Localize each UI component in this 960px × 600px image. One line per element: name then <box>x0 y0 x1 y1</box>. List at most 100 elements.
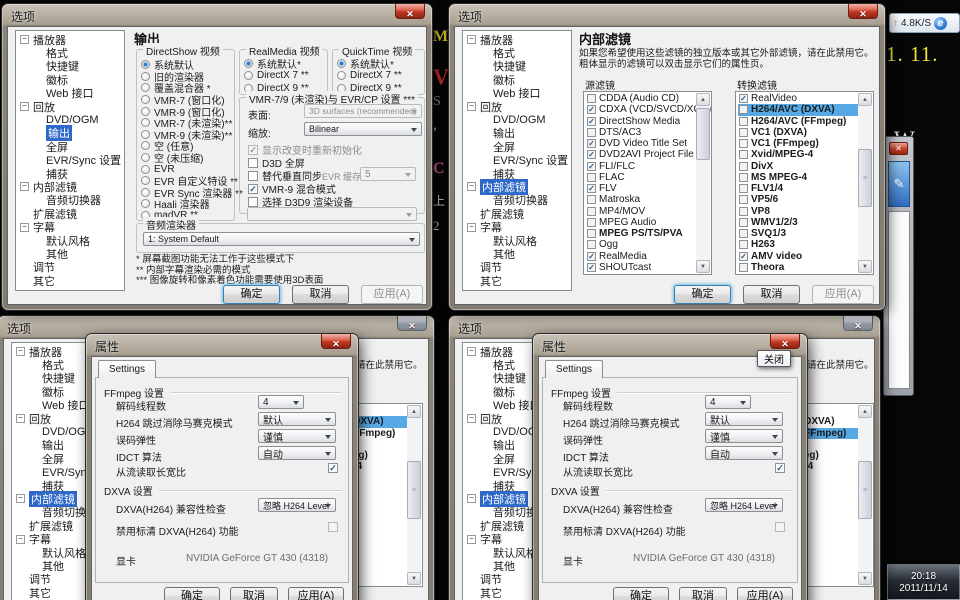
radio-option[interactable]: 系统默认* <box>244 57 326 70</box>
tree-collapse-icon[interactable]: − <box>467 494 476 503</box>
filter-checkbox[interactable] <box>739 229 748 238</box>
filter-list-item[interactable]: Xvid/MPEG-4 <box>738 149 858 160</box>
filter-checkbox[interactable] <box>587 150 596 159</box>
resizer-select[interactable]: Bilinear <box>304 122 422 136</box>
sidebar-item[interactable]: −播放器 <box>466 33 571 46</box>
filter-checkbox[interactable] <box>739 240 748 249</box>
filter-list-item[interactable]: DVD Video Title Set <box>586 138 696 149</box>
close-button[interactable]: ✕ <box>848 4 878 19</box>
scrollbar-thumb[interactable]: ≡ <box>858 149 872 207</box>
dxva-compat-select[interactable]: 忽略 H264 Level <box>258 498 336 512</box>
filter-list-item[interactable]: RealVideo <box>738 93 858 104</box>
filter-list-item[interactable]: H264/AVC (FFmpeg) <box>738 116 858 127</box>
tree-collapse-icon[interactable]: − <box>20 102 29 111</box>
tab-settings[interactable]: Settings <box>545 360 603 378</box>
radio-option[interactable]: 空 (未压缩) <box>141 152 233 164</box>
tab-settings[interactable]: Settings <box>98 360 156 378</box>
filter-checkbox[interactable] <box>587 195 596 204</box>
close-button[interactable]: ✕ <box>843 316 873 331</box>
close-button[interactable]: ✕ <box>395 4 425 19</box>
scrollbar-thumb[interactable] <box>696 108 710 160</box>
tree-collapse-icon[interactable]: − <box>16 494 25 503</box>
evr-buffers-select[interactable]: 5 <box>360 167 416 181</box>
setting-select[interactable]: 自动 <box>705 446 783 460</box>
filter-list-item[interactable]: FLV1/4 <box>738 183 858 194</box>
filter-list-item[interactable]: CDXA (VCD/SVCD/XCD) <box>586 104 696 115</box>
filter-list-item[interactable]: VC1 (FFmpeg) <box>738 138 858 149</box>
scroll-down-icon[interactable]: ▼ <box>696 260 710 273</box>
tree-collapse-icon[interactable]: − <box>467 182 476 191</box>
filter-checkbox[interactable] <box>739 195 748 204</box>
filter-list-item[interactable]: FLV <box>586 183 696 194</box>
tree-collapse-icon[interactable]: − <box>16 535 25 544</box>
close-button[interactable]: ✕ <box>770 334 800 349</box>
filter-checkbox[interactable] <box>587 117 596 126</box>
tree-collapse-icon[interactable]: − <box>20 35 29 44</box>
sidebar-item[interactable]: −回放 <box>466 100 571 113</box>
close-button[interactable]: ✕ <box>889 142 908 155</box>
close-button[interactable]: ✕ <box>397 316 427 331</box>
filter-checkbox[interactable] <box>739 150 748 159</box>
setting-select[interactable]: 谨慎 <box>705 429 783 443</box>
tree-collapse-icon[interactable]: − <box>20 223 29 232</box>
tree-collapse-icon[interactable]: − <box>16 414 25 423</box>
tree-collapse-icon[interactable]: − <box>467 223 476 232</box>
transform-filters-list[interactable]: RealVideoH264/AVC (DXVA)H264/AVC (FFmpeg… <box>735 91 874 275</box>
radio-option[interactable]: DirectX 7 ** <box>244 70 326 83</box>
cancel-button[interactable]: 取消 <box>230 587 278 600</box>
sidebar-item[interactable]: −输出 <box>466 127 571 140</box>
filter-list-item[interactable]: H264/AVC (DXVA) <box>738 104 858 115</box>
scrollbar[interactable]: ▲≡▼ <box>407 405 421 585</box>
filter-checkbox[interactable] <box>739 105 748 114</box>
net-speed-widget[interactable]: ↑ 4.8K/S e <box>889 13 960 33</box>
audio-renderer-select[interactable]: 1: System Default <box>143 232 420 246</box>
filter-checkbox[interactable] <box>739 162 748 171</box>
filter-list-item[interactable]: VP5/6 <box>738 194 858 205</box>
filter-list-item[interactable]: FLI/FLC <box>586 161 696 172</box>
filter-list-item[interactable]: CDDA (Audio CD) <box>586 93 696 104</box>
filter-list-item[interactable]: MP4/MOV <box>586 206 696 217</box>
filter-checkbox[interactable] <box>739 117 748 126</box>
filter-list-item[interactable]: DVD2AVI Project File <box>586 149 696 160</box>
sidebar-item[interactable]: −DVD/OGM <box>466 113 571 126</box>
filter-list-item[interactable]: SVQ1/3 <box>738 228 858 239</box>
window-titlebar[interactable]: 选项 <box>2 4 432 26</box>
internet-explorer-icon[interactable]: e <box>934 17 947 30</box>
partial-window-edge[interactable]: ✕ ✎ <box>883 136 914 396</box>
ok-button[interactable]: 确定 <box>164 587 220 600</box>
window-titlebar[interactable]: 选项 <box>449 4 885 26</box>
scroll-up-icon[interactable]: ▲ <box>858 93 872 106</box>
d3d9-device-select[interactable] <box>247 207 417 221</box>
window-titlebar[interactable]: 属性 <box>86 334 358 356</box>
dxva-compat-select[interactable]: 忽略 H264 Level <box>705 498 783 512</box>
setting-select[interactable]: 默认 <box>258 412 336 426</box>
sidebar-item[interactable]: −EVR/Sync 设置 <box>19 154 124 167</box>
sidebar-item[interactable]: −快捷键 <box>466 60 571 73</box>
filter-checkbox[interactable] <box>739 128 748 137</box>
tree-collapse-icon[interactable]: − <box>467 35 476 44</box>
sidebar-item[interactable]: −快捷键 <box>19 60 124 73</box>
filter-checkbox[interactable] <box>739 94 748 103</box>
filter-checkbox[interactable] <box>587 263 596 272</box>
sidebar-item[interactable]: −播放器 <box>19 33 124 46</box>
tree-collapse-icon[interactable]: − <box>16 347 25 356</box>
ok-button[interactable]: 确定 <box>223 285 280 304</box>
filter-checkbox[interactable] <box>587 173 596 182</box>
filter-list-item[interactable]: DTS/AC3 <box>586 127 696 138</box>
setting-select[interactable]: 默认 <box>705 412 783 426</box>
filter-checkbox[interactable] <box>739 173 748 182</box>
filter-checkbox[interactable] <box>587 229 596 238</box>
ok-button[interactable]: 确定 <box>674 285 731 304</box>
surface-select[interactable]: 3D surfaces (recommended) <box>304 104 422 118</box>
filter-checkbox[interactable] <box>587 162 596 171</box>
scroll-down-icon[interactable]: ▼ <box>407 572 421 585</box>
setting-select[interactable]: 自动 <box>258 446 336 460</box>
apply-button[interactable]: 应用(A) <box>737 587 793 600</box>
filter-checkbox[interactable] <box>587 252 596 261</box>
setting-select[interactable]: 谨慎 <box>258 429 336 443</box>
scrollbar[interactable]: ▲≡▼ <box>858 405 872 585</box>
filter-list-item[interactable]: H263 <box>738 239 858 250</box>
filter-list-item[interactable]: MPEG PS/TS/PVA <box>586 228 696 239</box>
filter-list-item[interactable]: WMV1/2/3 <box>738 217 858 228</box>
filter-checkbox[interactable] <box>587 240 596 249</box>
